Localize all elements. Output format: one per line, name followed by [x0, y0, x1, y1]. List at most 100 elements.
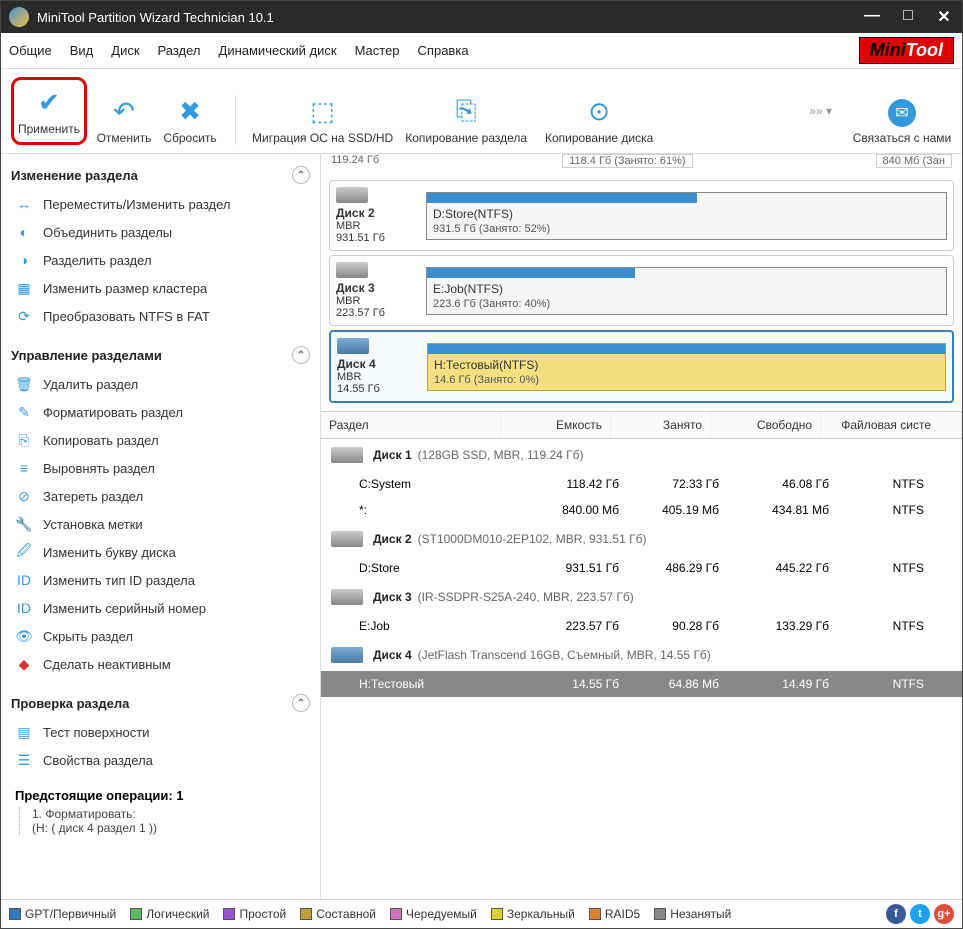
apply-button[interactable]: ✔ Применить — [18, 86, 80, 136]
cell-filesystem: NTFS — [829, 619, 954, 633]
disk-group-header[interactable]: Диск 4 (JetFlash Transcend 16GB, Съемный… — [321, 639, 962, 671]
table-row[interactable]: *: 840.00 Мб 405.19 Мб 434.81 Мб NTFS — [321, 497, 962, 523]
contact-button[interactable]: ✉ Связаться с нами — [852, 99, 952, 145]
cell-partition: H:Тестовый — [329, 677, 509, 691]
disk-map-row[interactable]: Диск 3MBR223.57 Гб E:Job(NTFS) 223.6 Гб … — [329, 255, 954, 326]
disk-group-header[interactable]: Диск 3 (IR-SSDPR-S25A-240, MBR, 223.57 Г… — [321, 581, 962, 613]
copy-disk-icon: ⊙ — [583, 95, 615, 127]
disk-group-header[interactable]: Диск 2 (ST1000DM010-2EP102, MBR, 931.51 … — [321, 523, 962, 555]
sidebar-section-header[interactable]: Изменение раздела⌃ — [7, 160, 314, 190]
legend-item: Составной — [300, 907, 376, 921]
action-icon: ▦ — [15, 279, 33, 297]
sidebar-item[interactable]: ◆Сделать неактивным — [7, 650, 314, 678]
twitter-icon[interactable]: t — [910, 904, 930, 924]
discard-button[interactable]: ✖ Сбросить — [161, 95, 219, 145]
sidebar-item[interactable]: 🖉Изменить букву диска — [7, 538, 314, 566]
sidebar-item-label: Изменить букву диска — [43, 545, 176, 560]
sidebar-item[interactable]: ⟳Преобразовать NTFS в FAT — [7, 302, 314, 330]
chevron-up-icon[interactable]: ⌃ — [292, 694, 310, 712]
disk-map-row[interactable]: Диск 4MBR14.55 Гб H:Тестовый(NTFS) 14.6 … — [329, 330, 954, 403]
sidebar-section-title: Изменение раздела — [11, 168, 292, 183]
menu-general[interactable]: Общие — [9, 43, 52, 58]
partition-bar[interactable]: E:Job(NTFS) 223.6 Гб (Занято: 40%) — [426, 267, 947, 315]
cell-filesystem: NTFS — [829, 477, 954, 491]
sidebar-item-label: Преобразовать NTFS в FAT — [43, 309, 210, 324]
brand-logo: MiniTool — [859, 37, 954, 64]
action-icon: ◐ — [15, 223, 33, 241]
menu-view[interactable]: Вид — [70, 43, 94, 58]
table-row[interactable]: C:System 118.42 Гб 72.33 Гб 46.08 Гб NTF… — [321, 471, 962, 497]
sidebar-item-label: Установка метки — [43, 517, 143, 532]
menu-partition[interactable]: Раздел — [158, 43, 201, 58]
disk-group-header[interactable]: Диск 1 (128GB SSD, MBR, 119.24 Гб) — [321, 439, 962, 471]
titlebar: MiniTool Partition Wizard Technician 10.… — [1, 1, 962, 33]
partition-label: H:Тестовый(NTFS) — [434, 358, 538, 372]
chevron-up-icon[interactable]: ⌃ — [292, 166, 310, 184]
table-row[interactable]: E:Job 223.57 Гб 90.28 Гб 133.29 Гб NTFS — [321, 613, 962, 639]
sidebar-item[interactable]: 👁Скрыть раздел — [7, 622, 314, 650]
toolbar-overflow[interactable]: »» ▾ — [809, 104, 832, 118]
col-filesystem[interactable]: Файловая систе — [821, 412, 962, 438]
sidebar-item-label: Изменить размер кластера — [43, 281, 207, 296]
close-button[interactable]: ✕ — [934, 7, 954, 27]
copy-partition-icon: ⎘ — [450, 95, 482, 127]
sidebar-item[interactable]: ☰Свойства раздела — [7, 746, 314, 774]
swatch-icon — [300, 908, 312, 920]
sidebar-item[interactable]: ◐Объединить разделы — [7, 218, 314, 246]
partition-bar[interactable]: H:Тестовый(NTFS) 14.6 Гб (Занято: 0%) — [427, 343, 946, 391]
cell-partition: *: — [329, 503, 509, 517]
sidebar-item[interactable]: IDИзменить тип ID раздела — [7, 566, 314, 594]
disk-map-row[interactable]: Диск 2MBR931.51 Гб D:Store(NTFS) 931.5 Г… — [329, 180, 954, 251]
undo-button[interactable]: ↶ Отменить — [95, 95, 153, 145]
partition-bar[interactable]: D:Store(NTFS) 931.5 Гб (Занято: 52%) — [426, 192, 947, 240]
sidebar-item[interactable]: 🔧Установка метки — [7, 510, 314, 538]
table-row[interactable]: H:Тестовый 14.55 Гб 64.86 Мб 14.49 Гб NT… — [321, 671, 962, 697]
action-icon: ☰ — [15, 751, 33, 769]
copy-partition-button[interactable]: ⎘ Копирование раздела — [401, 95, 531, 145]
maximize-button[interactable]: □ — [898, 7, 918, 27]
minimize-button[interactable]: — — [862, 7, 882, 27]
sidebar-item[interactable]: ✎Форматировать раздел — [7, 398, 314, 426]
col-free[interactable]: Свободно — [711, 412, 821, 438]
col-used[interactable]: Занято — [611, 412, 711, 438]
cell-free: 133.29 Гб — [719, 619, 829, 633]
cell-free: 46.08 Гб — [719, 477, 829, 491]
copy-disk-button[interactable]: ⊙ Копирование диска — [539, 95, 659, 145]
cell-filesystem: NTFS — [829, 677, 954, 691]
partition-usage: 223.6 Гб (Занято: 40%) — [433, 298, 550, 310]
copy-partition-label: Копирование раздела — [405, 131, 527, 145]
sidebar-item[interactable]: ≡Выровнять раздел — [7, 454, 314, 482]
sidebar-item[interactable]: ⎘Копировать раздел — [7, 426, 314, 454]
sidebar-item-label: Удалить раздел — [43, 377, 138, 392]
action-icon: 🗑 — [15, 375, 33, 393]
disk-icon — [331, 589, 363, 605]
col-capacity[interactable]: Емкость — [501, 412, 611, 438]
sidebar-item[interactable]: ◑Разделить раздел — [7, 246, 314, 274]
sidebar-item[interactable]: ▤Тест поверхности — [7, 718, 314, 746]
cell-capacity: 14.55 Гб — [509, 677, 619, 691]
facebook-icon[interactable]: f — [886, 904, 906, 924]
sidebar-item[interactable]: IDИзменить серийный номер — [7, 594, 314, 622]
legend-label: RAID5 — [605, 907, 640, 921]
legend-item: Чередуемый — [390, 907, 477, 921]
cell-capacity: 223.57 Гб — [509, 619, 619, 633]
menu-dynamic[interactable]: Динамический диск — [219, 43, 337, 58]
chevron-up-icon[interactable]: ⌃ — [292, 346, 310, 364]
action-icon: ▤ — [15, 723, 33, 741]
menu-disk[interactable]: Диск — [111, 43, 139, 58]
sidebar-item[interactable]: ⊘Затереть раздел — [7, 482, 314, 510]
sidebar-item[interactable]: 🗑 Удалить раздел — [7, 370, 314, 398]
col-partition[interactable]: Раздел — [321, 412, 501, 438]
menu-help[interactable]: Справка — [418, 43, 469, 58]
googleplus-icon[interactable]: g+ — [934, 904, 954, 924]
disk-icon — [336, 262, 368, 278]
sidebar-item[interactable]: ▦ Изменить размер кластера — [7, 274, 314, 302]
content-area: 119.24 Гб 118.4 Гб (Занято: 61%) 840 Мб … — [321, 154, 962, 899]
sidebar-section-header[interactable]: Проверка раздела⌃ — [7, 688, 314, 718]
sidebar-item[interactable]: ↔Переместить/Изменить раздел — [7, 190, 314, 218]
menu-wizard[interactable]: Мастер — [355, 43, 400, 58]
sidebar-section-header[interactable]: Управление разделами⌃ — [7, 340, 314, 370]
table-row[interactable]: D:Store 931.51 Гб 486.29 Гб 445.22 Гб NT… — [321, 555, 962, 581]
apply-label: Применить — [18, 122, 80, 136]
migrate-os-button[interactable]: ⬚ Миграция ОС на SSD/HD — [252, 95, 393, 145]
